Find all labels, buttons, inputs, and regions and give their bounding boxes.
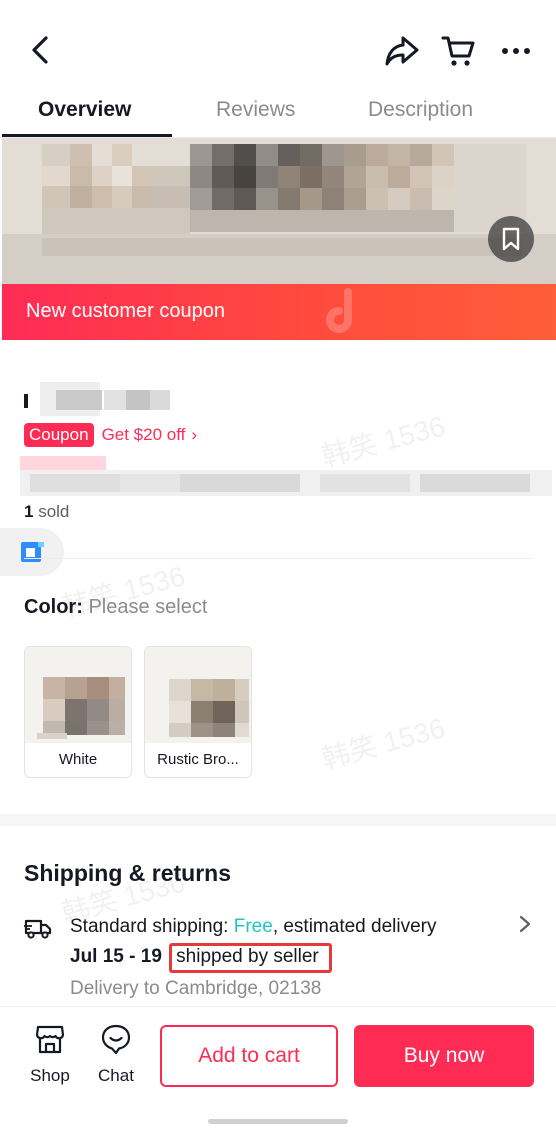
home-indicator — [208, 1119, 348, 1124]
shipping-free: Free — [233, 916, 273, 937]
shop-label: Shop — [30, 1066, 70, 1085]
chevron-left-icon — [32, 36, 48, 64]
share-icon — [385, 36, 419, 66]
chevron-right-icon: › — [191, 425, 198, 444]
shipped-by-seller: shipped by seller — [176, 946, 319, 967]
cart-icon — [441, 36, 475, 66]
variant-option-white[interactable]: White — [24, 646, 132, 778]
price-redacted — [24, 382, 170, 416]
bookmark-button[interactable] — [488, 216, 534, 262]
shipping-method-row[interactable]: Standard shipping: Free, estimated deliv… — [70, 916, 437, 938]
shipped-by-seller-highlight: shipped by seller — [169, 943, 332, 973]
coupon-offer-text: Get $20 off — [101, 425, 186, 444]
more-button[interactable] — [498, 36, 534, 66]
color-selector-label[interactable]: Color: Please select — [24, 596, 207, 619]
variant-option-rustic-brown[interactable]: Rustic Bro... — [144, 646, 252, 778]
shop-icon — [35, 1025, 65, 1054]
new-customer-coupon-banner[interactable]: New customer coupon — [2, 284, 556, 340]
bottom-action-bar: Shop Chat Add to cart Buy now — [0, 1006, 556, 1128]
variant-image — [145, 647, 251, 743]
coupon-tag: Coupon — [24, 423, 94, 447]
product-title-redacted — [20, 456, 552, 496]
bookmark-icon — [502, 227, 520, 251]
shop-button[interactable]: Shop — [20, 1023, 80, 1086]
more-icon — [502, 48, 530, 54]
sold-count: 1 sold — [24, 502, 69, 522]
sold-label: sold — [38, 502, 70, 521]
delivery-dates: Jul 15 - 19 — [70, 946, 162, 967]
tab-bar: Overview Reviews Description — [0, 88, 556, 138]
delivery-location: Delivery to Cambridge, 02138 — [70, 978, 322, 999]
chat-label: Chat — [98, 1066, 134, 1085]
watermark: 韩笑 1536 — [318, 712, 449, 775]
tab-overview[interactable]: Overview — [38, 98, 131, 122]
widget-icon — [21, 542, 44, 562]
add-to-cart-button[interactable]: Add to cart — [160, 1025, 338, 1087]
chat-button[interactable]: Chat — [86, 1023, 146, 1086]
shipping-returns-title: Shipping & returns — [24, 860, 231, 886]
variant-label: Rustic Bro... — [157, 751, 239, 768]
color-label: Color: — [24, 596, 83, 618]
share-button[interactable] — [384, 34, 420, 68]
chevron-right-icon[interactable] — [516, 912, 534, 936]
delivery-dates-row: Jul 15 - 19 shipped by seller — [70, 943, 332, 973]
product-image — [2, 138, 556, 284]
tab-description[interactable]: Description — [368, 98, 473, 122]
top-bar — [0, 0, 556, 88]
banner-text: New customer coupon — [26, 300, 225, 322]
divider — [24, 558, 532, 559]
brand-logo-icon — [326, 288, 352, 333]
shipping-method: Standard shipping: — [70, 916, 234, 937]
buy-now-button[interactable]: Buy now — [354, 1025, 534, 1087]
back-button[interactable] — [26, 30, 56, 70]
shipping-estimate-label: , estimated delivery — [272, 916, 437, 937]
coupon-row[interactable]: Coupon Get $20 off › — [24, 422, 197, 448]
truck-icon — [24, 919, 52, 939]
cart-button[interactable] — [440, 32, 476, 68]
tab-active-indicator — [2, 134, 172, 137]
chat-icon — [101, 1024, 131, 1055]
product-image-carousel[interactable] — [2, 138, 556, 284]
color-value: Please select — [88, 596, 208, 618]
variant-label: White — [58, 751, 98, 768]
variant-image — [25, 647, 131, 743]
sold-number: 1 — [24, 502, 34, 521]
section-gap — [0, 814, 556, 826]
tab-reviews[interactable]: Reviews — [216, 98, 295, 122]
floating-widget-button[interactable] — [0, 528, 64, 576]
